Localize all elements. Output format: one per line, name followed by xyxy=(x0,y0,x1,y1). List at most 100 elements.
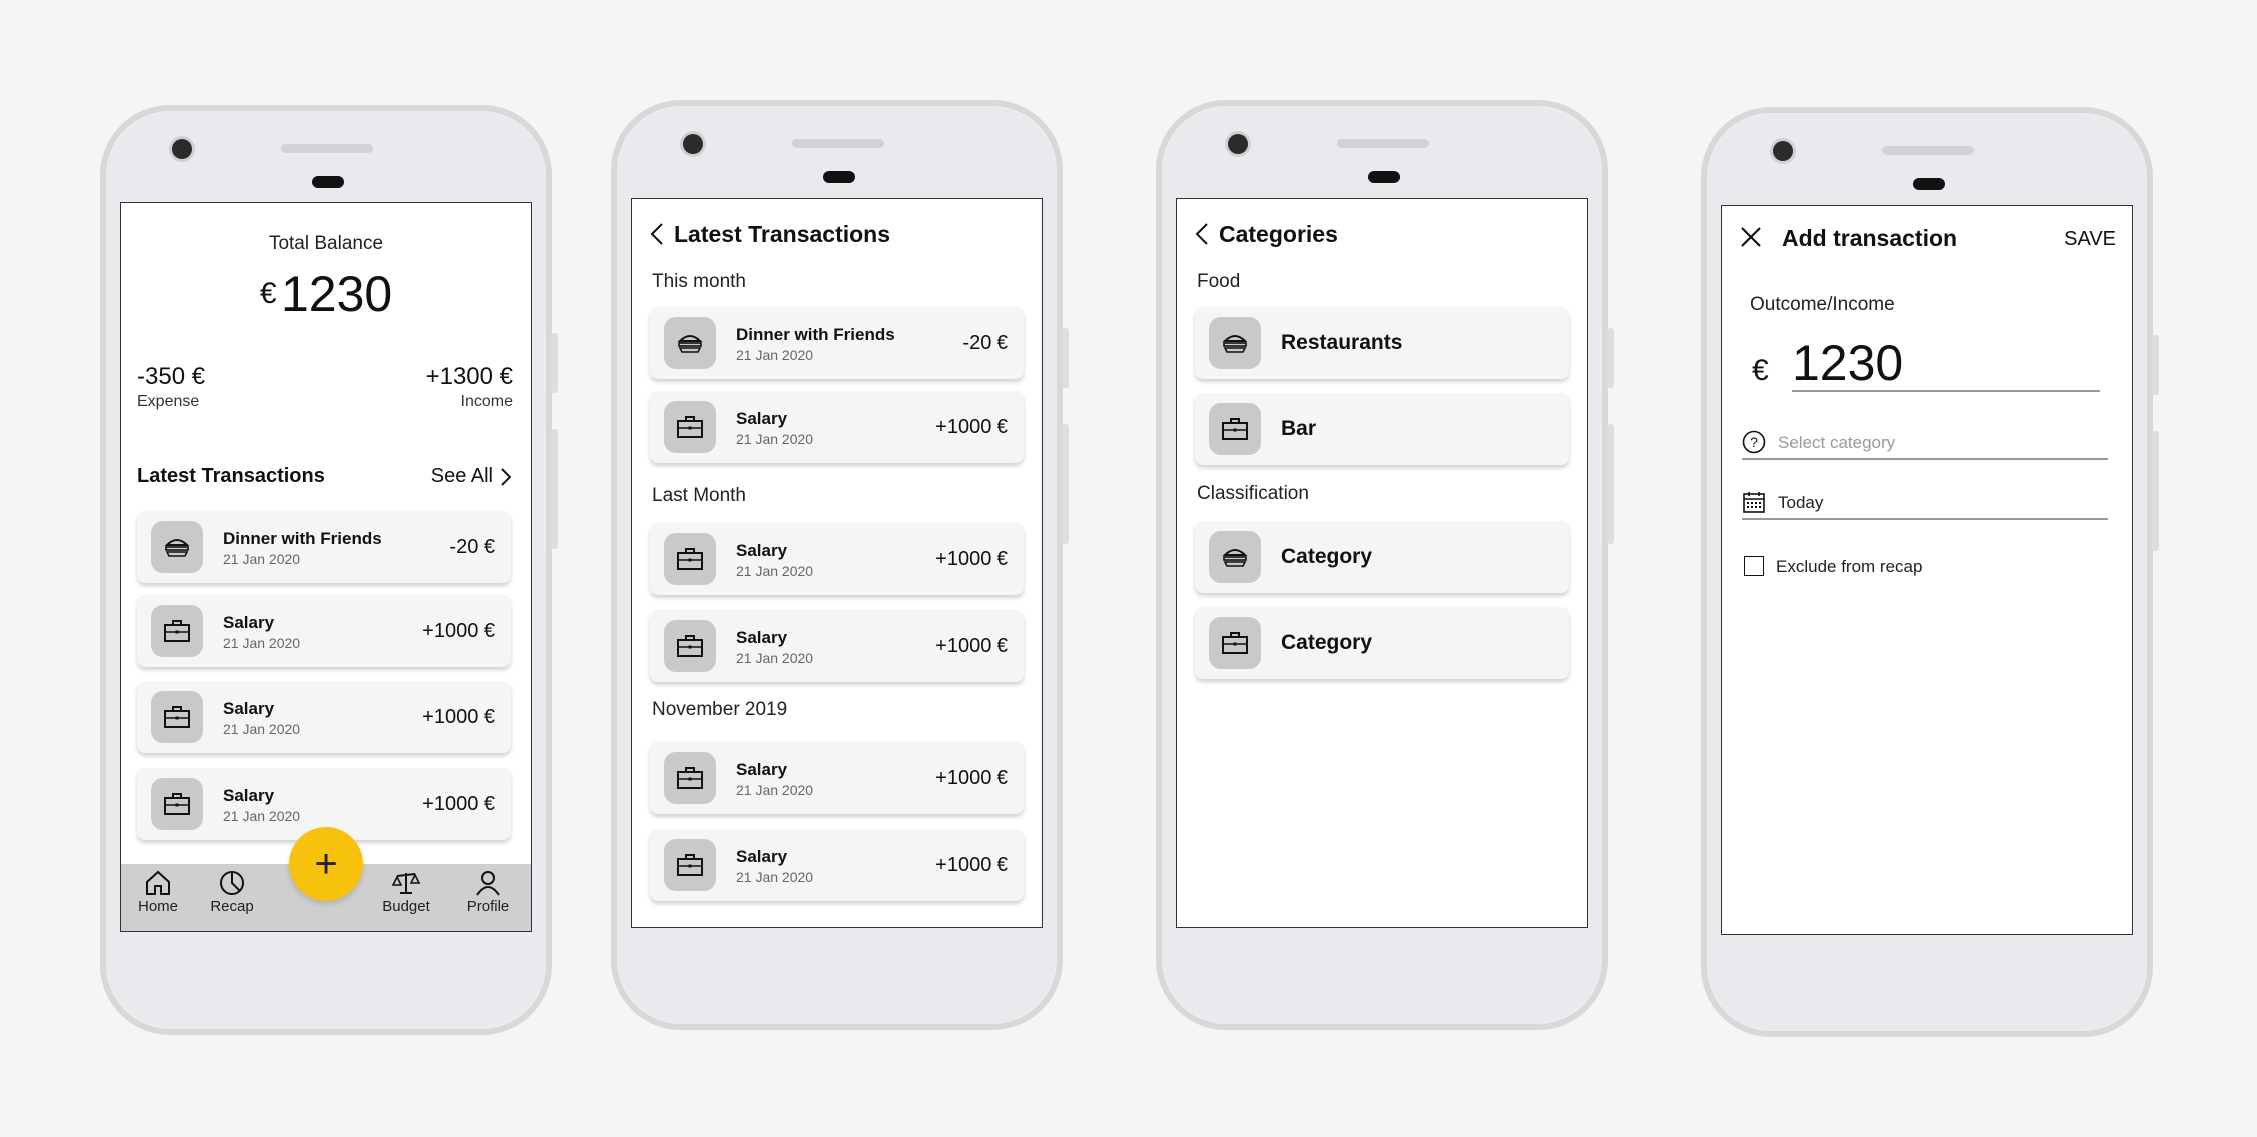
side-button xyxy=(1062,424,1069,544)
transaction-date: 21 Jan 2020 xyxy=(223,808,301,824)
transaction-card[interactable]: Salary 21 Jan 2020 +1000 € xyxy=(650,829,1024,901)
expense-label: Expense xyxy=(137,393,200,410)
burger-icon xyxy=(1209,317,1261,369)
briefcase-icon xyxy=(151,691,203,743)
amount-underline xyxy=(1792,390,2100,392)
phone-add-transaction: Add transaction SAVE Outcome/Income € 12… xyxy=(1701,107,2159,1037)
transaction-card[interactable]: Salary 21 Jan 2020 +1000 € xyxy=(650,523,1024,595)
date-field[interactable]: Today xyxy=(1778,493,2108,517)
income-label: Income xyxy=(460,393,513,410)
amount-input[interactable]: 1230 xyxy=(1792,334,1903,392)
exclude-checkbox[interactable] xyxy=(1744,556,1764,576)
currency-symbol: € xyxy=(259,277,277,310)
transaction-title: Salary xyxy=(223,786,275,805)
category-card[interactable]: Restaurants xyxy=(1195,307,1569,379)
help-circle-icon: ? xyxy=(1742,430,1766,454)
svg-text:?: ? xyxy=(1750,434,1758,450)
category-card[interactable]: Bar xyxy=(1195,393,1569,465)
sensor xyxy=(823,171,855,183)
expense-value: -350 € xyxy=(137,363,206,390)
back-arrow-icon[interactable] xyxy=(1195,222,1209,246)
phone-home: Total Balance € 1230 -350 € Expense +130… xyxy=(100,105,558,1035)
transaction-title: Salary xyxy=(736,628,788,647)
transaction-card[interactable]: Salary 21 Jan 2020 +1000 € xyxy=(650,391,1024,463)
transaction-card[interactable]: Salary 21 Jan 2020 +1000 € xyxy=(137,681,511,753)
transaction-date: 21 Jan 2020 xyxy=(223,551,301,567)
add-transaction-screen: Add transaction SAVE Outcome/Income € 12… xyxy=(1721,205,2133,935)
transaction-amount: +1000 € xyxy=(935,635,1008,657)
category-underline xyxy=(1742,458,2108,460)
nav-home[interactable]: Home xyxy=(123,870,193,915)
speaker xyxy=(281,144,373,153)
transaction-amount: +1000 € xyxy=(935,548,1008,570)
transaction-date: 21 Jan 2020 xyxy=(736,869,814,885)
date-value: Today xyxy=(1778,493,1824,512)
back-arrow-icon[interactable] xyxy=(650,222,664,246)
currency-symbol: € xyxy=(1752,354,1769,387)
nav-budget-label: Budget xyxy=(382,898,430,915)
transaction-amount: +1000 € xyxy=(422,706,495,728)
transaction-amount: -20 € xyxy=(962,332,1008,354)
briefcase-icon xyxy=(151,778,203,830)
category-card[interactable]: Category xyxy=(1195,521,1569,593)
transaction-card[interactable]: Salary 21 Jan 2020 +1000 € xyxy=(650,742,1024,814)
transaction-card[interactable]: Dinner with Friends 21 Jan 2020 -20 € xyxy=(650,307,1024,379)
nav-recap[interactable]: Recap xyxy=(197,870,267,915)
transaction-amount: +1000 € xyxy=(935,416,1008,438)
front-camera xyxy=(172,139,192,159)
home-icon xyxy=(146,870,170,895)
plus-icon: + xyxy=(314,841,338,886)
transaction-card[interactable]: Salary 21 Jan 2020 +1000 € xyxy=(650,610,1024,682)
transaction-card[interactable]: Salary 21 Jan 2020 +1000 € xyxy=(137,595,511,667)
category-placeholder: Select category xyxy=(1778,433,1896,452)
transaction-date: 21 Jan 2020 xyxy=(736,563,814,579)
type-label: Outcome/Income xyxy=(1750,294,1895,315)
transaction-date: 21 Jan 2020 xyxy=(736,650,814,666)
sensor xyxy=(1913,178,1945,190)
transaction-title: Salary xyxy=(736,760,788,779)
category-card[interactable]: Category xyxy=(1195,607,1569,679)
income-value: +1300 € xyxy=(425,363,513,390)
add-transaction-button[interactable]: + xyxy=(289,827,363,901)
briefcase-icon xyxy=(664,752,716,804)
briefcase-icon xyxy=(664,533,716,585)
balance-label: Total Balance xyxy=(268,233,384,254)
speaker xyxy=(1882,146,1974,155)
side-button xyxy=(551,333,558,393)
nav-budget[interactable]: Budget xyxy=(371,870,441,915)
page-title: Latest Transactions xyxy=(674,221,891,247)
transaction-date: 21 Jan 2020 xyxy=(223,635,301,651)
side-button xyxy=(1607,328,1614,388)
side-button xyxy=(551,429,558,549)
burger-icon xyxy=(151,521,203,573)
nav-profile[interactable]: Profile xyxy=(453,870,523,915)
scale-icon xyxy=(391,873,421,894)
transaction-amount: +1000 € xyxy=(422,793,495,815)
sensor xyxy=(312,176,344,188)
see-all-link[interactable]: See All xyxy=(431,465,511,488)
transaction-card[interactable]: Dinner with Friends 21 Jan 2020 -20 € xyxy=(137,511,511,583)
briefcase-icon xyxy=(1209,617,1261,669)
user-icon xyxy=(476,871,500,896)
transaction-title: Dinner with Friends xyxy=(736,325,895,344)
transaction-amount: +1000 € xyxy=(422,620,495,642)
balance-amount: € 1230 xyxy=(121,265,531,323)
section-last-month: Last Month xyxy=(652,485,746,506)
page-title: Add transaction xyxy=(1782,225,1958,251)
close-icon[interactable] xyxy=(1740,226,1762,248)
save-button[interactable]: SAVE xyxy=(2064,228,2116,251)
category-select[interactable]: Select category xyxy=(1778,433,2108,457)
section-this-month: This month xyxy=(652,271,746,292)
page-title: Categories xyxy=(1219,221,1338,247)
transaction-date: 21 Jan 2020 xyxy=(736,431,814,447)
phone-categories: Categories Food Restaurants Bar Classifi… xyxy=(1156,100,1614,1030)
front-camera xyxy=(683,134,703,154)
section-food: Food xyxy=(1197,271,1241,292)
transaction-title: Dinner with Friends xyxy=(223,529,382,548)
speaker xyxy=(1337,139,1429,148)
transaction-date: 21 Jan 2020 xyxy=(736,782,814,798)
nav-profile-label: Profile xyxy=(466,898,510,915)
speaker xyxy=(792,139,884,148)
category-name: Category xyxy=(1281,631,1373,654)
phone-latest-transactions: Latest Transactions This month Dinner wi… xyxy=(611,100,1069,1030)
